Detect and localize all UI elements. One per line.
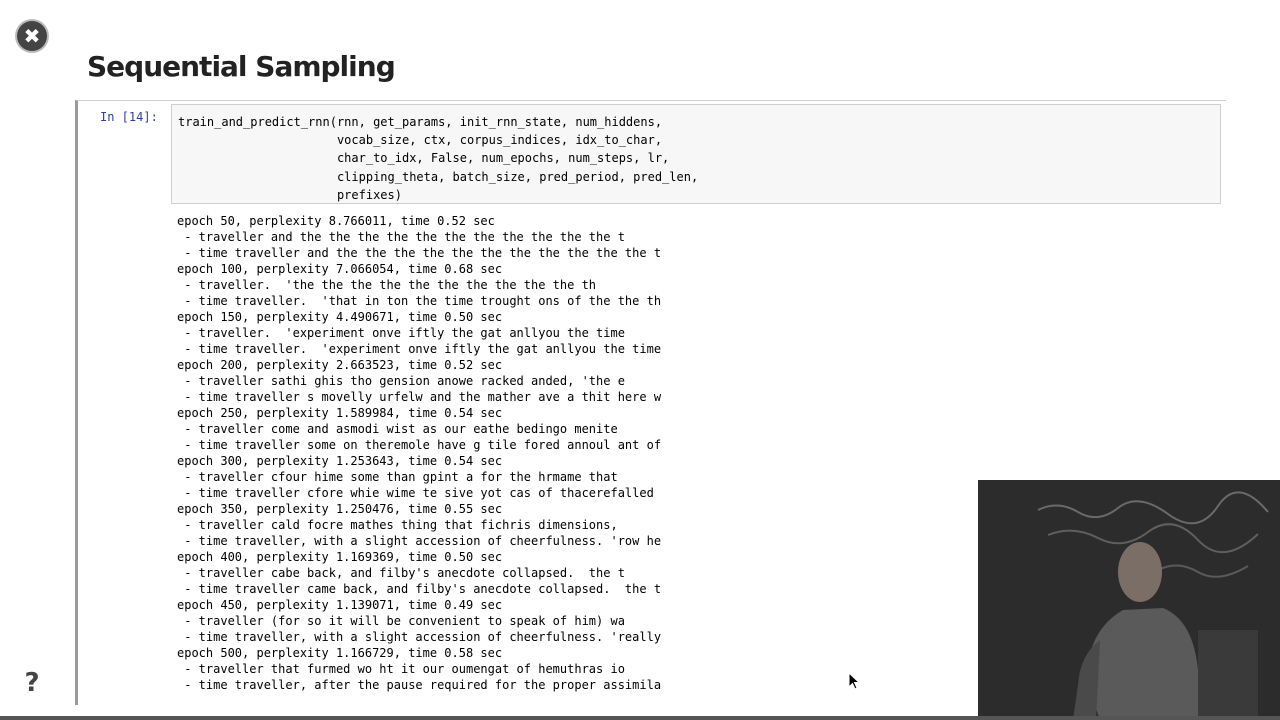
- output-line: - traveller sathi ghis tho gension anowe…: [177, 374, 625, 388]
- output-line: - time traveller some on theremole have …: [177, 438, 662, 452]
- code-line: vocab_size, ctx, corpus_indices, idx_to_…: [178, 133, 663, 148]
- webcam-feed: [978, 480, 1280, 720]
- bottom-bar: [0, 716, 1280, 720]
- output-line: epoch 50, perplexity 8.766011, time 0.52…: [177, 214, 495, 228]
- slide-title: Sequential Sampling: [87, 50, 396, 83]
- output-line: - traveller. 'the the the the the the th…: [177, 278, 597, 292]
- output-line: epoch 200, perplexity 2.663523, time 0.5…: [177, 358, 503, 372]
- mouse-cursor-icon: [848, 672, 860, 690]
- output-line: - time traveller and the the the the the…: [177, 246, 662, 260]
- code-line: clipping_theta, batch_size, pred_period,…: [178, 169, 699, 184]
- input-prompt: In [14]:: [100, 110, 158, 124]
- help-icon[interactable]: ?: [20, 666, 44, 700]
- output-line: - traveller come and asmodi wist as our …: [177, 422, 618, 436]
- output-line: - time traveller. 'experiment onve iftly…: [177, 342, 662, 356]
- code-line: prefixes): [178, 187, 402, 202]
- output-line: - traveller and the the the the the the …: [177, 230, 625, 244]
- output-line: epoch 250, perplexity 1.589984, time 0.5…: [177, 406, 503, 420]
- code-line: train_and_predict_rnn(rnn, get_params, i…: [178, 115, 663, 129]
- code-line: char_to_idx, False, num_epochs, num_step…: [178, 151, 670, 166]
- code-input[interactable]: train_and_predict_rnn(rnn, get_params, i…: [172, 105, 1220, 204]
- close-icon[interactable]: ✖: [17, 21, 47, 51]
- output-line: epoch 100, perplexity 7.066054, time 0.6…: [177, 262, 503, 276]
- output-line: epoch 150, perplexity 4.490671, time 0.5…: [177, 310, 503, 324]
- output-line: epoch 300, perplexity 1.253643, time 0.5…: [177, 454, 503, 468]
- output-line: - time traveller s movelly urfelw and th…: [177, 390, 662, 404]
- code-input-area[interactable]: train_and_predict_rnn(rnn, get_params, i…: [171, 104, 1221, 204]
- presenter-video-icon: [978, 480, 1280, 720]
- output-line: - traveller. 'experiment onve iftly the …: [177, 326, 625, 340]
- output-line: - time traveller. 'that in ton the time …: [177, 294, 662, 308]
